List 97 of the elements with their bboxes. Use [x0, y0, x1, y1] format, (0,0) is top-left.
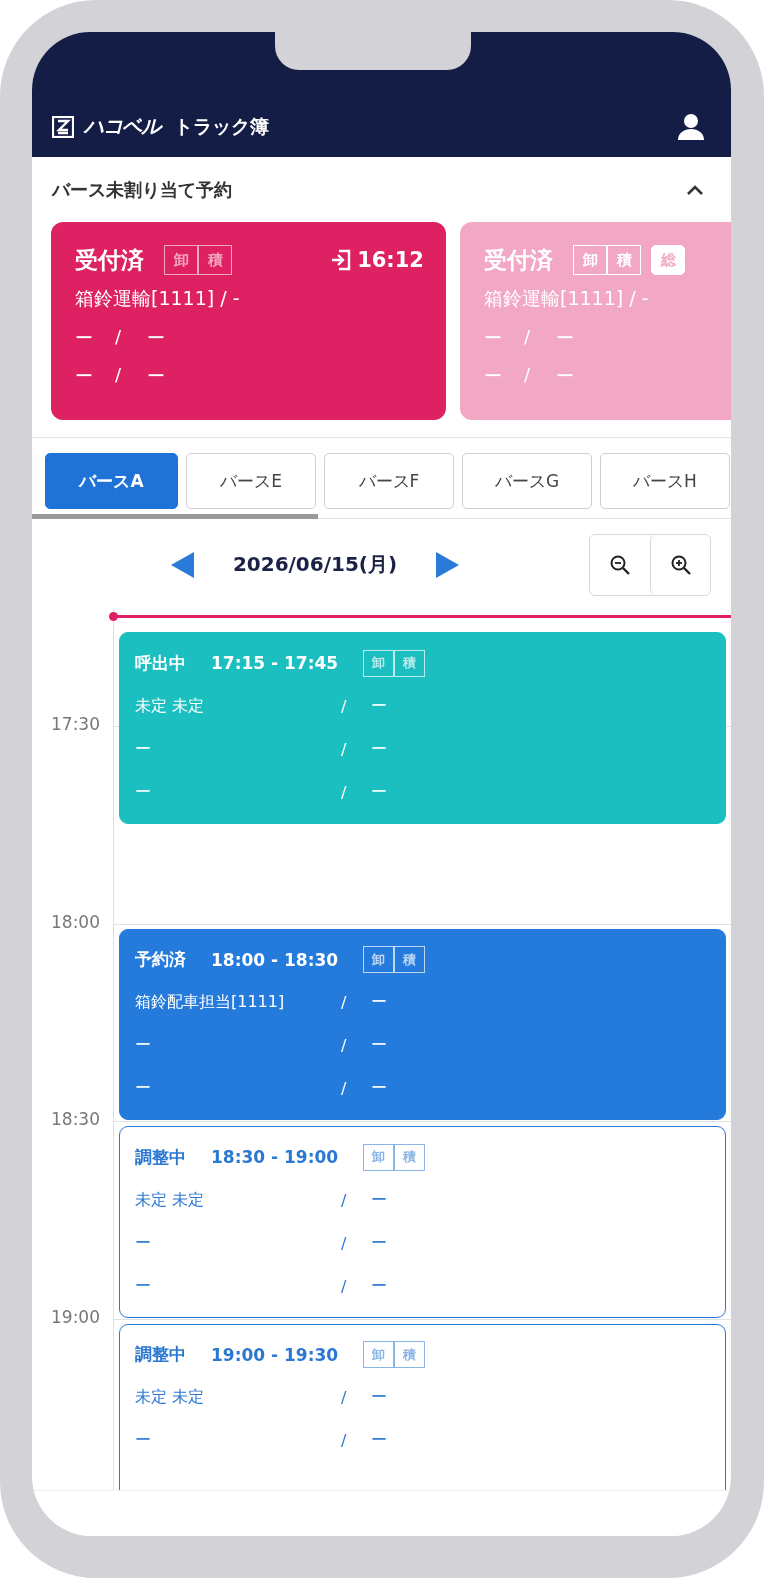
separator-text: / [341, 739, 348, 759]
user-icon[interactable] [677, 112, 705, 141]
tag: 積 [394, 946, 425, 974]
reservation-card[interactable]: 受付済 卸 積 16:12 箱鈴運輸[1111] / - ー / ー ー / ー [51, 222, 446, 420]
berth-tab[interactable]: バースE [186, 453, 316, 509]
separator-text: / [341, 1431, 348, 1451]
reservation-block[interactable]: 調整中 18:30 - 19:00 卸 積 未定 未定 / ー ー / ー ー / ー [119, 1126, 726, 1318]
logo-icon [52, 115, 74, 138]
event-value: ー [371, 1387, 388, 1409]
separator-text: / [341, 1233, 348, 1253]
scrollbar-thumb[interactable] [32, 514, 318, 519]
date-label: 2026/06/15(月) [231, 551, 399, 578]
event-status: 予約済 [135, 948, 187, 972]
separator-text: / [115, 326, 123, 349]
product-name: トラック簿 [174, 113, 269, 139]
separator-text: / [341, 1036, 348, 1056]
check-in-time: 16:12 [357, 248, 424, 272]
berth-tab[interactable]: バースA [45, 453, 178, 509]
zoom-out-icon [609, 553, 631, 576]
berth-tab[interactable]: バースG [462, 453, 592, 509]
separator-text: / [341, 782, 348, 802]
event-value: 未定 未定 [135, 1387, 206, 1409]
event-value: 未定 未定 [135, 695, 206, 717]
tag: 卸 [573, 245, 607, 275]
tag: 積 [198, 245, 232, 275]
event-value: ー [371, 1232, 388, 1254]
event-value: ー [135, 1078, 152, 1100]
card-value: ー [147, 364, 166, 388]
berth-tab[interactable]: バースH [600, 453, 730, 509]
time-label: 18:30 [50, 1109, 100, 1130]
event-value: ー [371, 1430, 388, 1452]
event-time: 18:30 - 19:00 [211, 1147, 340, 1168]
card-value: ー [556, 364, 575, 388]
event-value: ー [371, 992, 388, 1014]
tag: 積 [607, 245, 641, 275]
event-value: ー [371, 1275, 388, 1297]
event-value: ー [135, 781, 152, 803]
event-status: 呼出中 [135, 651, 187, 675]
separator-text: / [524, 364, 532, 387]
separator-text: / [524, 326, 532, 349]
event-time: 17:15 - 17:45 [211, 653, 340, 674]
event-value: ー [371, 738, 388, 760]
berth-tab[interactable]: バースF [324, 453, 454, 509]
zoom-in-icon [669, 553, 692, 576]
tag: 積 [394, 649, 425, 677]
separator-text: / [341, 696, 348, 716]
check-in-icon [331, 249, 352, 271]
tag: 卸 [363, 946, 394, 974]
separator-text: / [341, 1388, 348, 1408]
event-value: ー [135, 1430, 152, 1452]
tag: 積 [394, 1143, 425, 1171]
event-value: ー [371, 695, 388, 717]
event-value: ー [371, 1035, 388, 1057]
separator-text: / [341, 1190, 348, 1210]
event-value: 箱鈴配車担当[1111] [135, 992, 286, 1014]
left-triangle-icon [170, 550, 196, 579]
brand-logo: ハコベル [84, 113, 160, 140]
badge: 総 [651, 245, 685, 275]
card-value: ー [75, 364, 94, 388]
event-value: ー [371, 1189, 388, 1211]
reservation-block[interactable]: 調整中 19:00 - 19:30 卸 積 未定 未定 / ー ー / ー [119, 1323, 726, 1490]
separator-text: / [341, 1079, 348, 1099]
event-value: ー [371, 1078, 388, 1100]
card-value: ー [484, 326, 503, 350]
tag: 卸 [363, 1143, 394, 1171]
time-label: 18:00 [50, 911, 100, 932]
separator-text: / [115, 364, 123, 387]
event-status: 調整中 [135, 1145, 187, 1169]
tag: 卸 [363, 1341, 394, 1369]
card-value: ー [484, 364, 503, 388]
separator-text: / [341, 1276, 348, 1296]
tag: 積 [394, 1341, 425, 1369]
section-title: バース未割り当て予約 [52, 177, 232, 202]
right-triangle-icon [434, 550, 460, 579]
event-value: 未定 未定 [135, 1189, 206, 1211]
separator-text: / [341, 993, 348, 1013]
carrier-text: 箱鈴運輸[1111] / - [484, 286, 650, 311]
card-status: 受付済 [484, 245, 553, 275]
event-value: ー [135, 1232, 152, 1254]
tag: 卸 [164, 245, 198, 275]
card-value: ー [75, 326, 94, 350]
event-time: 18:00 - 18:30 [211, 949, 340, 970]
card-status: 受付済 [75, 245, 144, 275]
tag: 卸 [363, 649, 394, 677]
event-status: 調整中 [135, 1343, 187, 1367]
time-label: 19:00 [50, 1306, 100, 1327]
reservation-block[interactable]: 予約済 18:00 - 18:30 卸 積 箱鈴配車担当[1111] / ー ー / ー ー / ー [119, 928, 726, 1121]
time-label: 17:30 [50, 714, 100, 734]
card-value: ー [556, 326, 575, 350]
event-value: ー [135, 1035, 152, 1057]
carrier-text: 箱鈴運輸[1111] / - [75, 286, 241, 311]
card-value: ー [147, 326, 166, 350]
event-time: 19:00 - 19:30 [211, 1344, 340, 1365]
event-value: ー [135, 1275, 152, 1297]
event-value: ー [371, 781, 388, 803]
event-value: ー [135, 738, 152, 760]
zoom-in-button[interactable] [650, 534, 710, 595]
